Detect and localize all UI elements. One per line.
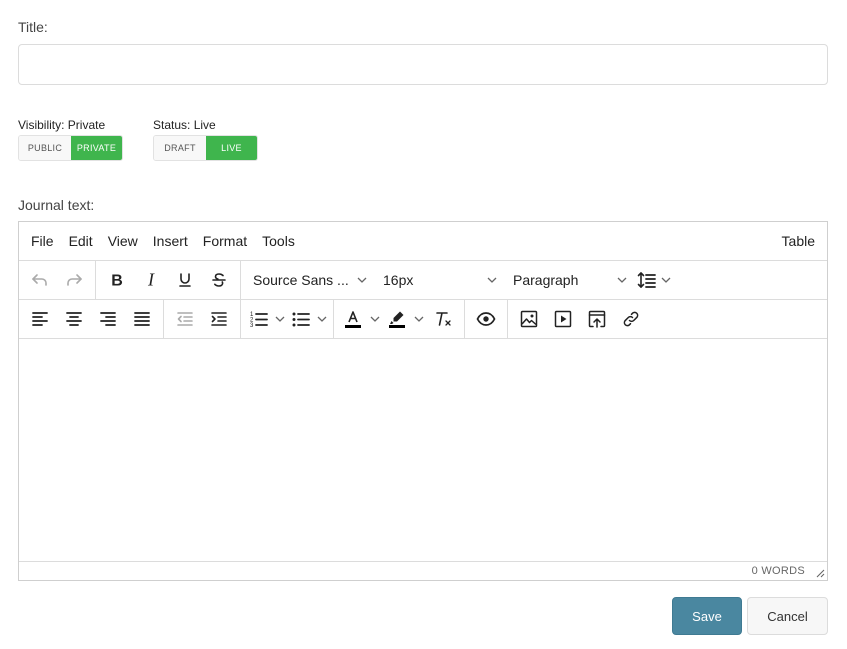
svg-text:B: B <box>111 273 123 290</box>
media-play-icon[interactable] <box>546 304 580 334</box>
editor-menubar: File Edit View Insert Format Tools Table <box>19 222 827 261</box>
list-group: 123 <box>241 300 334 338</box>
menu-file[interactable]: File <box>31 233 54 249</box>
italic-icon[interactable]: I <box>134 265 168 295</box>
highlighter-icon <box>382 304 412 334</box>
bold-icon[interactable]: B <box>100 265 134 295</box>
font-family-select[interactable]: Source Sans ... <box>245 265 375 295</box>
status-toggle: DRAFT LIVE <box>153 135 258 161</box>
chevron-down-icon <box>315 314 329 324</box>
font-family-value: Source Sans ... <box>253 272 349 288</box>
block-format-select[interactable]: Paragraph <box>505 265 635 295</box>
visibility-private-option[interactable]: PRIVATE <box>71 136 122 160</box>
cancel-button[interactable]: Cancel <box>747 597 828 635</box>
indent-icon[interactable] <box>202 304 236 334</box>
status-toggle-group: Status: Live DRAFT LIVE <box>153 118 258 161</box>
indent-group <box>164 300 241 338</box>
font-size-value: 16px <box>383 272 414 288</box>
visibility-toggle-group: Visibility: Private PUBLIC PRIVATE <box>18 118 123 161</box>
save-button[interactable]: Save <box>672 597 742 635</box>
menu-format[interactable]: Format <box>203 233 247 249</box>
upload-icon[interactable] <box>580 304 614 334</box>
text-color-icon <box>338 304 368 334</box>
rich-text-editor: File Edit View Insert Format Tools Table… <box>18 221 828 581</box>
editor-statusbar: 0 WORDS <box>19 562 827 580</box>
chevron-down-icon <box>487 277 497 283</box>
block-format-value: Paragraph <box>513 272 579 288</box>
text-style-group: B I <box>96 261 241 299</box>
svg-text:3: 3 <box>250 323 254 329</box>
editor-content-area[interactable] <box>19 339 827 562</box>
word-count: 0 WORDS <box>751 565 805 577</box>
chevron-down-icon <box>659 275 673 285</box>
undo-icon[interactable] <box>23 265 57 295</box>
outdent-icon[interactable] <box>168 304 202 334</box>
chevron-down-icon <box>412 314 426 324</box>
bullet-list-icon <box>287 304 315 334</box>
menu-edit[interactable]: Edit <box>69 233 93 249</box>
menu-tools[interactable]: Tools <box>262 233 295 249</box>
journal-text-label: Journal text: <box>18 197 95 213</box>
editor-toolbar-row-2: 123 <box>19 300 827 339</box>
align-justify-icon[interactable] <box>125 304 159 334</box>
numbered-list-icon: 123 <box>245 304 273 334</box>
svg-text:I: I <box>147 270 155 290</box>
highlight-color-button[interactable] <box>382 304 426 334</box>
visibility-caption: Visibility: Private <box>18 118 106 132</box>
title-input[interactable] <box>18 44 828 85</box>
image-icon[interactable] <box>512 304 546 334</box>
chevron-down-icon <box>368 314 382 324</box>
history-group <box>19 261 96 299</box>
status-live-option[interactable]: LIVE <box>206 136 257 160</box>
align-center-icon[interactable] <box>57 304 91 334</box>
text-color-button[interactable] <box>338 304 382 334</box>
preview-group <box>465 300 508 338</box>
font-size-select[interactable]: 16px <box>375 265 505 295</box>
link-icon[interactable] <box>614 304 648 334</box>
strikethrough-icon[interactable] <box>202 265 236 295</box>
bullet-list-button[interactable] <box>287 304 329 334</box>
align-group <box>19 300 164 338</box>
menu-view[interactable]: View <box>108 233 138 249</box>
preview-eye-icon[interactable] <box>469 304 503 334</box>
menu-insert[interactable]: Insert <box>153 233 188 249</box>
status-caption: Status: Live <box>153 118 216 132</box>
chevron-down-icon <box>617 277 627 283</box>
align-left-icon[interactable] <box>23 304 57 334</box>
redo-icon[interactable] <box>57 265 91 295</box>
chevron-down-icon <box>273 314 287 324</box>
menu-table[interactable]: Table <box>782 233 815 249</box>
line-height-button[interactable] <box>635 265 673 295</box>
format-selects-group: Source Sans ... 16px Paragraph <box>241 261 677 299</box>
numbered-list-button[interactable]: 123 <box>245 304 287 334</box>
underline-icon[interactable] <box>168 265 202 295</box>
clear-formatting-icon[interactable] <box>426 304 460 334</box>
color-group <box>334 300 465 338</box>
align-right-icon[interactable] <box>91 304 125 334</box>
title-label: Title: <box>18 19 48 35</box>
line-height-icon <box>635 265 659 295</box>
editor-toolbar-row-1: B I Source Sans ... 16px Paragraph <box>19 261 827 300</box>
visibility-public-option[interactable]: PUBLIC <box>19 136 71 160</box>
visibility-toggle: PUBLIC PRIVATE <box>18 135 123 161</box>
status-draft-option[interactable]: DRAFT <box>154 136 206 160</box>
chevron-down-icon <box>357 277 367 283</box>
resize-handle-icon[interactable] <box>815 568 825 578</box>
insert-group <box>508 300 652 338</box>
